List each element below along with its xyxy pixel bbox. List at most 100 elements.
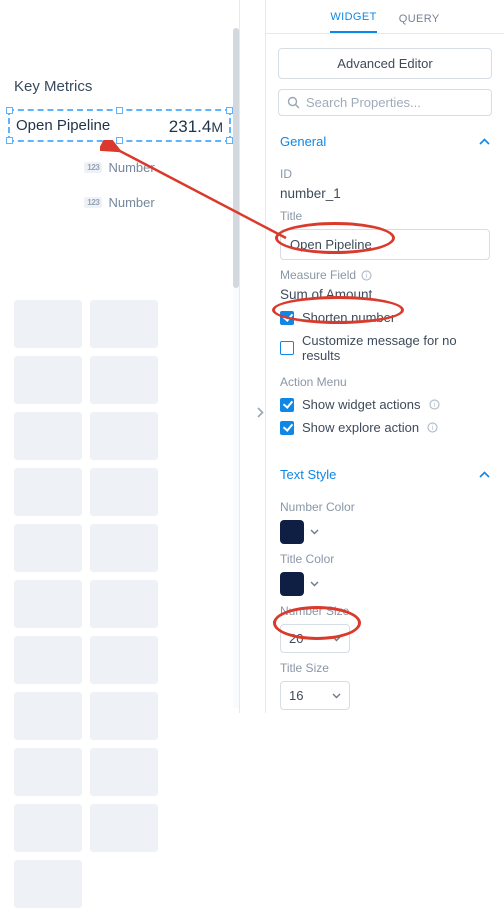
section-title: General bbox=[280, 134, 326, 149]
svg-text:i: i bbox=[366, 273, 368, 280]
scrollbar[interactable] bbox=[233, 28, 239, 708]
resize-handle[interactable] bbox=[6, 137, 13, 144]
section-body-text-style: Number Color Title Color Number Size 20 … bbox=[266, 490, 504, 718]
show-explore-action-row[interactable]: Show explore action i bbox=[280, 420, 490, 435]
metric-value-number: 231.4 bbox=[169, 117, 212, 136]
field-label-action-menu: Action Menu bbox=[280, 375, 490, 389]
checkbox-checked-icon[interactable] bbox=[280, 311, 294, 325]
empty-tile[interactable] bbox=[14, 804, 82, 852]
info-icon[interactable]: i bbox=[429, 399, 440, 410]
number-size-select[interactable]: 20 bbox=[280, 624, 350, 653]
svg-text:i: i bbox=[432, 425, 434, 432]
empty-tile[interactable] bbox=[90, 524, 158, 572]
field-value-measure: Sum of Amount bbox=[280, 287, 490, 302]
empty-tile[interactable] bbox=[90, 468, 158, 516]
title-size-value: 16 bbox=[289, 688, 303, 703]
empty-tile[interactable] bbox=[14, 636, 82, 684]
checkbox-checked-icon[interactable] bbox=[280, 421, 294, 435]
empty-tile[interactable] bbox=[14, 356, 82, 404]
search-icon bbox=[287, 96, 300, 109]
chevron-down-icon bbox=[310, 581, 319, 587]
resize-handle[interactable] bbox=[6, 107, 13, 114]
empty-tile[interactable] bbox=[14, 580, 82, 628]
number-widget-selected[interactable]: Open Pipeline 231.4M bbox=[8, 109, 231, 142]
empty-tile[interactable] bbox=[14, 692, 82, 740]
field-label-title-size: Title Size bbox=[280, 661, 490, 675]
section-header-general[interactable]: General bbox=[266, 126, 504, 157]
show-widget-actions-row[interactable]: Show widget actions i bbox=[280, 397, 490, 412]
field-label-id: ID bbox=[280, 167, 490, 181]
empty-tile[interactable] bbox=[14, 412, 82, 460]
key-metrics-card: Key Metrics Open Pipeline 231.4M 123 Num… bbox=[8, 78, 231, 908]
empty-widget-grid bbox=[8, 300, 231, 908]
empty-tile[interactable] bbox=[14, 860, 82, 908]
section-header-text-style[interactable]: Text Style bbox=[266, 459, 504, 490]
empty-tile[interactable] bbox=[90, 300, 158, 348]
field-label-measure: Measure Field i bbox=[280, 268, 490, 282]
field-label-title-color: Title Color bbox=[280, 552, 490, 566]
empty-tile[interactable] bbox=[90, 636, 158, 684]
svg-text:i: i bbox=[433, 402, 435, 409]
placeholder-label: Number bbox=[108, 195, 154, 210]
resize-handle[interactable] bbox=[116, 137, 123, 144]
shorten-number-row[interactable]: Shorten number bbox=[280, 310, 490, 325]
tab-query[interactable]: QUERY bbox=[399, 13, 440, 33]
empty-tile[interactable] bbox=[90, 580, 158, 628]
chevron-right-icon bbox=[257, 407, 264, 418]
empty-tile[interactable] bbox=[90, 412, 158, 460]
canvas-panel: Key Metrics Open Pipeline 231.4M 123 Num… bbox=[0, 0, 240, 713]
checkbox-checked-icon[interactable] bbox=[280, 398, 294, 412]
show-explore-action-label: Show explore action bbox=[302, 420, 419, 435]
shorten-number-label: Shorten number bbox=[302, 310, 395, 325]
empty-tile[interactable] bbox=[90, 804, 158, 852]
number-widget-placeholder[interactable]: 123 Number bbox=[8, 150, 231, 185]
measure-label-text: Measure Field bbox=[280, 268, 356, 282]
field-value-id: number_1 bbox=[280, 186, 490, 201]
show-widget-actions-label: Show widget actions bbox=[302, 397, 421, 412]
color-swatch[interactable] bbox=[280, 520, 304, 544]
number-type-icon: 123 bbox=[84, 197, 102, 208]
properties-panel: WIDGET QUERY Advanced Editor General ID … bbox=[265, 0, 504, 713]
metric-value-unit: M bbox=[211, 119, 223, 135]
custom-message-label: Customize message for no results bbox=[302, 333, 490, 363]
empty-tile[interactable] bbox=[14, 748, 82, 796]
info-icon[interactable]: i bbox=[361, 270, 372, 281]
metric-value: 231.4M bbox=[169, 117, 229, 137]
number-color-picker[interactable] bbox=[280, 520, 490, 544]
empty-tile[interactable] bbox=[90, 748, 158, 796]
empty-tile[interactable] bbox=[14, 300, 82, 348]
tab-widget[interactable]: WIDGET bbox=[330, 11, 376, 33]
chevron-down-icon bbox=[332, 693, 341, 699]
field-label-number-size: Number Size bbox=[280, 604, 490, 618]
number-widget-placeholder[interactable]: 123 Number bbox=[8, 185, 231, 220]
title-size-select[interactable]: 16 bbox=[280, 681, 350, 710]
title-input[interactable] bbox=[280, 229, 490, 260]
field-label-number-color: Number Color bbox=[280, 500, 490, 514]
empty-tile[interactable] bbox=[90, 692, 158, 740]
number-size-value: 20 bbox=[289, 631, 303, 646]
resize-handle[interactable] bbox=[226, 107, 233, 114]
custom-message-row[interactable]: Customize message for no results bbox=[280, 333, 490, 363]
card-title: Key Metrics bbox=[8, 78, 231, 109]
resize-handle[interactable] bbox=[116, 107, 123, 114]
title-color-picker[interactable] bbox=[280, 572, 490, 596]
empty-tile[interactable] bbox=[14, 468, 82, 516]
chevron-up-icon bbox=[479, 138, 490, 145]
search-properties[interactable] bbox=[278, 89, 492, 116]
search-input[interactable] bbox=[306, 95, 483, 110]
metric-title: Open Pipeline bbox=[10, 117, 110, 134]
panel-tabs: WIDGET QUERY bbox=[266, 0, 504, 34]
empty-tile[interactable] bbox=[14, 524, 82, 572]
number-type-icon: 123 bbox=[84, 162, 102, 173]
resize-handle[interactable] bbox=[226, 137, 233, 144]
section-body-general: ID number_1 Title Measure Field i Sum of… bbox=[266, 157, 504, 443]
info-icon[interactable]: i bbox=[427, 422, 438, 433]
chevron-up-icon bbox=[479, 471, 490, 478]
field-label-title: Title bbox=[280, 209, 490, 223]
section-title: Text Style bbox=[280, 467, 336, 482]
empty-tile[interactable] bbox=[90, 356, 158, 404]
checkbox-unchecked-icon[interactable] bbox=[280, 341, 294, 355]
advanced-editor-button[interactable]: Advanced Editor bbox=[278, 48, 492, 79]
color-swatch[interactable] bbox=[280, 572, 304, 596]
chevron-down-icon bbox=[310, 529, 319, 535]
